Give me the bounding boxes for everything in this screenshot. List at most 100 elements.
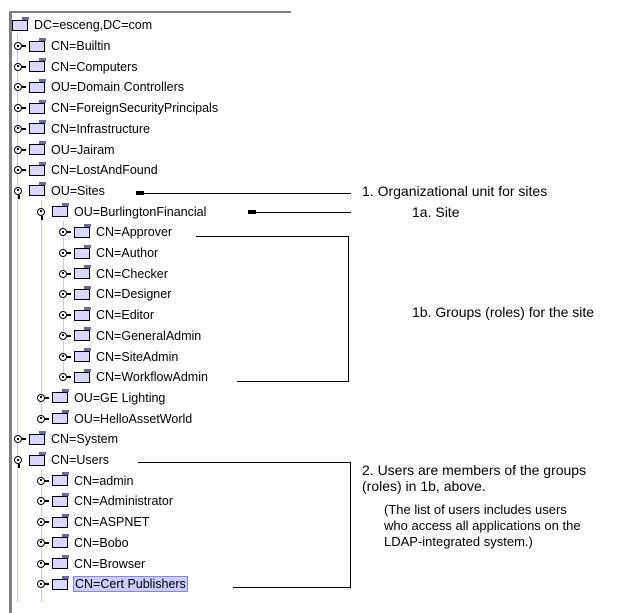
tree-node-label: CN=Checker xyxy=(96,266,168,281)
tree-node[interactable]: CN=System xyxy=(14,430,118,448)
folder-icon xyxy=(52,575,69,590)
folder-icon xyxy=(74,327,91,342)
tree-node[interactable]: CN=ASPNET xyxy=(37,513,149,531)
tree-node-label: CN=ForeignSecurityPrincipals xyxy=(51,101,219,116)
folder-icon xyxy=(74,223,91,238)
annotation-arrow-line xyxy=(140,193,351,194)
folder-icon xyxy=(29,120,46,135)
arrowhead-icon xyxy=(136,191,144,195)
tree-node[interactable]: CN=WorkflowAdmin xyxy=(59,368,208,386)
tree-node[interactable]: CN=Designer xyxy=(59,285,171,303)
tree-node[interactable]: CN=admin xyxy=(37,472,133,490)
tree-node-label: OU=Sites xyxy=(51,183,105,198)
expand-handle-icon[interactable] xyxy=(14,81,26,93)
annotation-1a: 1a. Site xyxy=(412,204,460,220)
folder-icon xyxy=(52,534,69,549)
tree-node-label: OU=Jairam xyxy=(51,142,115,157)
tree-node[interactable]: OU=GE Lighting xyxy=(37,389,165,407)
annotation-arrow-line xyxy=(252,212,351,213)
tree-node[interactable]: CN=Builtin xyxy=(14,37,110,55)
annotation-1b: 1b. Groups (roles) for the site xyxy=(412,304,595,320)
folder-icon xyxy=(52,410,69,425)
bracket-line xyxy=(348,236,349,382)
folder-icon xyxy=(29,182,46,197)
tree-node[interactable]: CN=Author xyxy=(59,244,158,262)
expand-handle-icon[interactable] xyxy=(59,371,71,383)
tree-node[interactable]: CN=GeneralAdmin xyxy=(59,327,201,345)
bracket-line xyxy=(196,236,349,237)
expand-handle-icon[interactable] xyxy=(59,226,71,238)
tree-node-label: CN=Designer xyxy=(96,287,172,302)
expand-handle-icon[interactable] xyxy=(59,288,71,300)
tree-node[interactable]: CN=Checker xyxy=(59,265,168,283)
folder-icon xyxy=(29,141,46,155)
tree-node-label: CN=Users xyxy=(51,453,109,467)
tree-node[interactable]: OU=BurlingtonFinancial xyxy=(37,203,206,221)
expand-handle-icon[interactable] xyxy=(37,558,49,570)
tree-node[interactable]: CN=LostAndFound xyxy=(14,161,158,179)
tree-node[interactable]: CN=Editor xyxy=(59,306,154,324)
tree-node[interactable]: CN=Computers xyxy=(14,58,138,76)
tree-node[interactable]: CN=Administrator xyxy=(37,492,173,510)
expand-handle-icon[interactable] xyxy=(37,516,49,528)
tree-node-label: CN=admin xyxy=(74,473,134,488)
collapse-handle-icon[interactable] xyxy=(14,185,26,199)
tree-node[interactable]: CN=Cert Publishers xyxy=(37,575,188,593)
expand-handle-icon[interactable] xyxy=(14,102,26,114)
folder-icon xyxy=(52,389,69,404)
tree-node[interactable]: OU=Jairam xyxy=(14,141,115,159)
tree-node[interactable]: CN=Infrastructure xyxy=(14,120,150,138)
folder-icon xyxy=(52,513,69,528)
folder-icon xyxy=(29,451,46,466)
expand-handle-icon[interactable] xyxy=(37,475,49,487)
expand-handle-icon[interactable] xyxy=(59,268,71,280)
collapse-handle-icon[interactable] xyxy=(14,454,26,468)
expand-handle-icon[interactable] xyxy=(14,40,26,52)
expand-handle-icon[interactable] xyxy=(59,351,71,363)
folder-icon xyxy=(74,348,91,362)
expand-handle-icon[interactable] xyxy=(59,247,71,259)
folder-icon xyxy=(29,78,46,93)
tree-node[interactable]: OU=Sites xyxy=(14,182,105,200)
tree-node-label: CN=Approver xyxy=(96,225,173,240)
expand-handle-icon[interactable] xyxy=(14,433,26,445)
tree-node[interactable]: CN=Browser xyxy=(37,555,145,573)
expand-handle-icon[interactable] xyxy=(37,495,49,507)
expand-handle-icon[interactable] xyxy=(37,413,49,425)
tree-node-label: OU=Domain Controllers xyxy=(51,80,185,95)
expand-handle-icon[interactable] xyxy=(14,61,26,73)
folder-icon xyxy=(29,430,46,445)
expand-handle-icon[interactable] xyxy=(14,164,26,176)
folder-icon xyxy=(74,244,91,259)
bracket-line xyxy=(138,462,351,463)
tree-node-label: CN=LostAndFound xyxy=(51,163,158,178)
folder-icon xyxy=(52,492,69,507)
tree-node[interactable]: CN=Approver xyxy=(59,223,172,241)
expand-handle-icon[interactable] xyxy=(59,309,71,321)
tree-node-label: CN=ASPNET xyxy=(74,515,150,530)
folder-icon xyxy=(74,265,91,280)
tree-node[interactable]: CN=Users xyxy=(14,451,109,469)
tree-node[interactable]: OU=HelloAssetWorld xyxy=(37,410,192,428)
tree-node[interactable]: OU=Domain Controllers xyxy=(14,78,184,96)
collapse-handle-icon[interactable] xyxy=(37,206,49,220)
tree-node-label: OU=BurlingtonFinancial xyxy=(74,204,207,219)
tree-node[interactable]: CN=Bobo xyxy=(37,534,129,552)
expand-handle-icon[interactable] xyxy=(14,144,26,156)
tree-node-label: CN=WorkflowAdmin xyxy=(96,370,208,385)
folder-icon xyxy=(52,203,69,218)
bracket-line xyxy=(237,381,349,382)
tree-node[interactable]: CN=SiteAdmin xyxy=(59,348,178,366)
expand-handle-icon[interactable] xyxy=(37,392,49,404)
folder-icon xyxy=(74,368,91,383)
expand-handle-icon[interactable] xyxy=(37,578,49,590)
arrowhead-icon xyxy=(248,210,256,214)
expand-handle-icon[interactable] xyxy=(37,537,49,549)
folder-icon xyxy=(74,306,91,321)
tree-root[interactable]: DC=esceng,DC=com xyxy=(12,16,152,34)
tree-node-label: CN=Cert Publishers xyxy=(73,576,188,593)
expand-handle-icon[interactable] xyxy=(14,123,26,135)
tree-node[interactable]: CN=ForeignSecurityPrincipals xyxy=(14,99,218,117)
tree-node-label: CN=Administrator xyxy=(74,494,173,509)
expand-handle-icon[interactable] xyxy=(59,330,71,342)
